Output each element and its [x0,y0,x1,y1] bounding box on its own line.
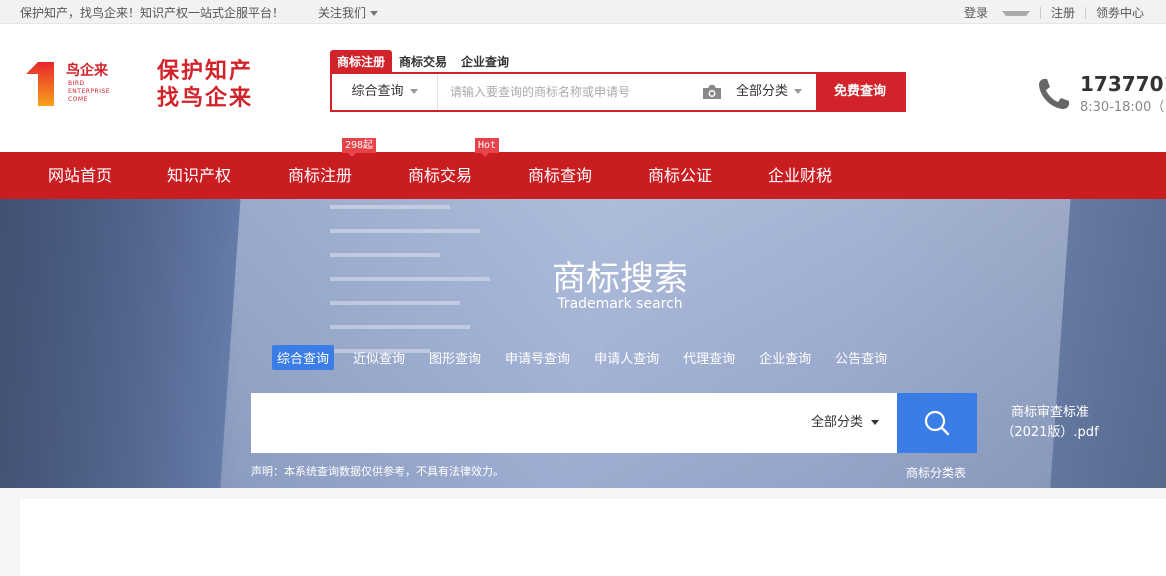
nav-item-trademark-notary[interactable]: 商标公证 [648,152,712,199]
search-category-select[interactable]: 全部分类 [736,74,803,110]
pdf-link-line: 商标审查标准 [1010,405,1089,420]
tab-applicant-query[interactable]: 申请人查询 [589,345,664,370]
disclaimer-text: 声明：本系统查询数据仅供参考，不具有法律效力。 [251,465,504,478]
nav-item-finance-tax[interactable]: 企业财税 [768,152,832,199]
tab-graphic-query[interactable]: 图形查询 [424,345,486,370]
header-search-box: 综合查询 请输入要查询的商标名称或申请号 全部分类 免费查询 [330,72,906,112]
query-type-tabs: 综合查询 近似查询 图形查询 申请号查询 申请人查询 代理查询 企业查询 公告查… [272,345,906,370]
top-bar: 保护知产，找鸟企来！知识产权一站式企服平台！ 关注我们 登录 注册 领劵中心 [0,0,1166,24]
classification-table-link[interactable]: 商标分类表 [906,464,966,481]
register-link[interactable]: 注册 [1041,4,1085,21]
tab-trademark-register[interactable]: 商标注册 [330,50,393,73]
tab-comprehensive-query[interactable]: 综合查询 [272,345,335,370]
tab-company-query[interactable]: 企业查询 [754,345,816,370]
logo-en-line: BIRD [68,80,85,87]
free-search-button[interactable]: 免费查询 [816,74,904,110]
nav-item-ip[interactable]: 知识产权 [167,152,231,199]
price-badge: 298起 [342,138,377,157]
banner-subtitle: Trademark search [557,296,683,312]
content-panel [20,499,1166,576]
camera-icon[interactable] [702,84,722,100]
pdf-link-line: （2021版）.pdf [1001,425,1099,440]
nav-item-trademark-query[interactable]: 商标查询 [528,152,592,199]
logo-en-line: COME [68,96,88,103]
header-slogan-line: 保护知产 [157,59,254,84]
site-slogan: 保护知产，找鸟企来！知识产权一站式企服平台！ [20,6,285,20]
follow-us-label: 关注我们 [318,6,367,20]
search-button[interactable] [897,393,977,453]
banner-shade [0,199,240,488]
chevron-down-icon [871,420,879,425]
header-slogan-line: 找鸟企来 [157,86,254,111]
logo-english: BIRD ENTERPRISE COME [68,80,110,104]
search-icon [924,410,950,436]
coupon-center-link[interactable]: 领劵中心 [1086,4,1154,21]
chevron-down-icon [794,89,803,94]
logo-en-line: ENTERPRISE [68,88,111,95]
login-label: 登录 [963,6,988,20]
tab-application-number-query[interactable]: 申请号查询 [500,345,575,370]
nav-item-trademark-register[interactable]: 商标注册 [288,152,352,199]
trademark-search-input[interactable]: 全部分类 [251,393,897,453]
header-search-tabs: 商标注册 商标交易 企业查询 [330,50,516,73]
search-banner: 商标搜索 Trademark search 综合查询 近似查询 图形查询 申请号… [0,199,1166,488]
chevron-down-icon [409,89,418,94]
search-type-select[interactable]: 综合查询 [332,74,438,110]
user-links: 登录 注册 领劵中心 [944,4,1154,21]
hotline-number: 1737701 [1080,72,1166,96]
category-label: 全部分类 [810,415,863,430]
hot-badge: Hot [475,138,500,157]
search-type-label: 综合查询 [351,84,404,99]
phone-icon [1039,79,1069,109]
logo-icon[interactable] [24,60,56,108]
banner-title: 商标搜索 [552,259,688,299]
site-header: 鸟企来 BIRD ENTERPRISE COME 保护知产 找鸟企来 商标注册 … [0,24,1166,152]
tab-company-query[interactable]: 企业查询 [454,50,516,73]
nav-item-trademark-trade[interactable]: 商标交易 [408,152,472,199]
main-nav: 网站首页 知识产权 商标注册 商标交易 商标查询 商标公证 企业财税 [0,152,1166,199]
service-hours: 8:30-18:00（ [1080,100,1165,115]
review-standard-pdf-link[interactable]: 商标审查标准 （2021版）.pdf [990,403,1110,443]
nav-item-home[interactable]: 网站首页 [48,152,112,199]
tab-trademark-trade[interactable]: 商标交易 [392,50,454,73]
chevron-down-icon [370,11,379,16]
tab-announcement-query[interactable]: 公告查询 [830,345,892,370]
tab-similar-query[interactable]: 近似查询 [348,345,410,370]
chevron-down-icon [1001,11,1030,16]
logo-brand-name: 鸟企来 [66,63,108,79]
tab-agent-query[interactable]: 代理查询 [678,345,740,370]
header-slogan: 保护知产 找鸟企来 [157,58,253,112]
category-select[interactable]: 全部分类 [811,393,879,453]
search-category-label: 全部分类 [736,84,789,99]
login-link[interactable]: 登录 [944,4,1040,21]
header-search-input[interactable]: 请输入要查询的商标名称或申请号 [450,74,630,110]
follow-us-dropdown[interactable]: 关注我们 [318,4,379,21]
